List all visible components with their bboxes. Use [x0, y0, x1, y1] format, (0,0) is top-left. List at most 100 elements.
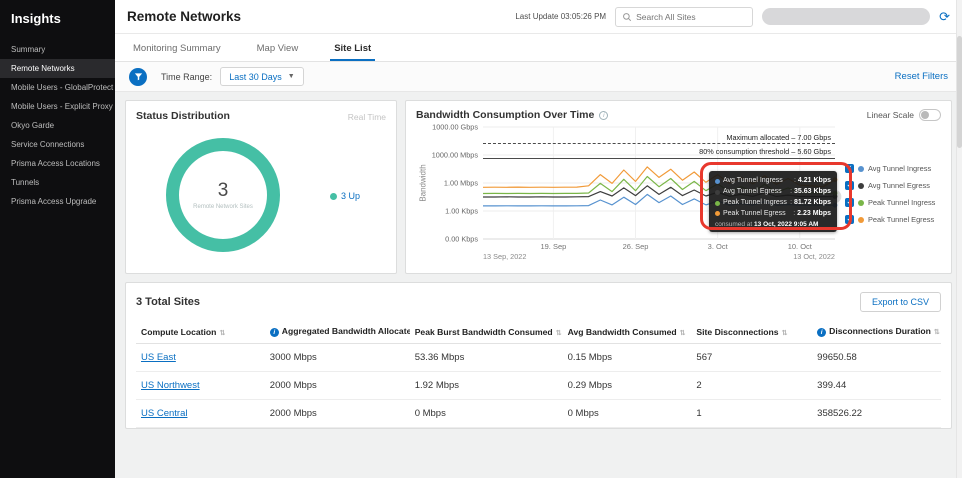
legend-item-avg-tunnel-egress[interactable]: ✓ Avg Tunnel Egress	[845, 181, 941, 190]
sort-icon[interactable]: ⇅	[680, 330, 686, 337]
column-header-disconnections-duration[interactable]: i Disconnections Duration ⇅	[812, 320, 941, 344]
sort-icon[interactable]: ⇅	[782, 330, 788, 337]
table-row: US East 3000 Mbps 53.36 Mbps 0.15 Mbps 567 99…	[136, 343, 941, 372]
sidebar-item-okyo-garde[interactable]: Okyo Garde	[0, 116, 115, 135]
up-count-label: 3 Up	[341, 191, 361, 201]
topbar: Remote Networks Last Update 03:05:26 PM …	[115, 0, 962, 34]
x-axis: 19. Sep 26. Sep 3. Oct 10. Oct	[483, 242, 835, 252]
scrollbar-thumb[interactable]	[957, 36, 962, 148]
y-tick: 0.00 Kbps	[445, 234, 478, 244]
y-tick: 1000.00 Mbps	[431, 150, 478, 160]
legend-label: Peak Tunnel Egress	[868, 215, 935, 224]
table-cell: 567	[691, 343, 813, 372]
status-legend-up[interactable]: 3 Up	[330, 191, 360, 201]
legend-label: Avg Tunnel Egress	[868, 181, 930, 190]
linear-scale-label: Linear Scale	[866, 110, 914, 120]
table-header-bar: 3 Total Sites Export to CSV	[136, 292, 941, 312]
bandwidth-card-header: Bandwidth Consumption Over Time i Linear…	[416, 109, 941, 121]
scrollbar[interactable]	[956, 0, 962, 478]
tooltip-timestamp: consumed at 13 Oct, 2022 9:05 AM	[715, 221, 819, 229]
info-icon[interactable]: i	[269, 328, 279, 337]
redacted-account-pill	[762, 8, 931, 25]
site-link-us-east[interactable]: US East	[141, 352, 176, 363]
series-color-dot	[715, 178, 720, 184]
table-row: US Northwest 2000 Mbps 1.92 Mbps 0.29 Mbps 2…	[136, 371, 941, 400]
tab-map-view[interactable]: Map View	[253, 34, 303, 61]
checkbox-checked-icon[interactable]: ✓	[845, 164, 854, 173]
sidebar-item-remote-networks[interactable]: Remote Networks	[0, 59, 115, 78]
insights-app: Insights Summary Remote Networks Mobile Us…	[0, 0, 962, 478]
tooltip-series-label: Avg Tunnel Egress	[723, 187, 782, 195]
filter-icon-button[interactable]	[129, 67, 147, 86]
linear-scale-toggle[interactable]	[919, 109, 941, 121]
sidebar-item-prisma-access-locations[interactable]: Prisma Access Locations	[0, 154, 115, 173]
column-header-avg-bandwidth-consumed[interactable]: Avg Bandwidth Consumed ⇅	[562, 320, 692, 344]
y-tick: 1.00 Mbps	[443, 178, 478, 188]
max-allocated-line	[483, 143, 835, 144]
legend-label: Avg Tunnel Ingress	[868, 164, 932, 173]
x-tick: 19. Sep	[540, 242, 567, 251]
table-row: US Central 2000 Mbps 0 Mbps 0 Mbps 1 358526.2…	[136, 399, 941, 428]
x-tick: 3. Oct	[707, 242, 728, 251]
site-count: 3	[217, 180, 229, 201]
sidebar-item-service-connections[interactable]: Service Connections	[0, 135, 115, 154]
x-tick: 10. Oct	[787, 242, 812, 251]
tab-site-list[interactable]: Site List	[330, 34, 376, 61]
real-time-label: Real Time	[347, 112, 386, 122]
y-axis-title: Bandwidth	[418, 164, 427, 202]
series-color-dot	[858, 165, 864, 172]
search-icon	[623, 12, 632, 21]
sort-icon[interactable]: ⇅	[934, 329, 940, 336]
reset-filters-link[interactable]: Reset Filters	[895, 71, 948, 82]
topbar-right: Last Update 03:05:26 PM ⟳	[515, 6, 950, 27]
checkbox-checked-icon[interactable]: ✓	[845, 215, 854, 224]
content: Status Distribution Real Time 3 Remote N…	[115, 92, 962, 478]
tooltip-value: 2.23 Mbps	[797, 209, 831, 217]
column-header-compute-location[interactable]: Compute Location ⇅	[136, 320, 265, 344]
sidebar-item-prisma-access-upgrade[interactable]: Prisma Access Upgrade	[0, 192, 115, 211]
series-color-dot	[858, 199, 864, 206]
legend-item-peak-tunnel-egress[interactable]: ✓ Peak Tunnel Egress	[845, 215, 941, 224]
sort-icon[interactable]: ⇅	[556, 330, 562, 337]
tooltip-row: Peak Tunnel Egress:2.23 Mbps	[715, 209, 831, 220]
info-icon[interactable]: i	[817, 328, 827, 337]
tooltip-row: Peak Tunnel Ingress:81.72 Kbps	[715, 198, 831, 209]
sidebar-item-summary[interactable]: Summary	[0, 40, 115, 59]
time-range-select[interactable]: Last 30 Days ▼	[220, 67, 304, 86]
tooltip-value: 81.72 Kbps	[794, 198, 831, 206]
table-cell: 3000 Mbps	[264, 343, 410, 372]
checkbox-checked-icon[interactable]: ✓	[845, 198, 854, 207]
info-icon[interactable]: i	[599, 110, 609, 120]
column-header-site-disconnections[interactable]: Site Disconnections ⇅	[691, 320, 813, 344]
series-color-dot	[858, 216, 864, 223]
sidebar-item-tunnels[interactable]: Tunnels	[0, 173, 115, 192]
sites-table-card: 3 Total Sites Export to CSV Compute Loca…	[125, 282, 952, 429]
table-cell: 0.15 Mbps	[562, 343, 692, 372]
bandwidth-chart-plot[interactable]: Maximum allocated – 7.00 Gbps 80% consump…	[482, 126, 852, 240]
up-status-dot	[330, 192, 337, 200]
refresh-icon[interactable]: ⟳	[939, 10, 950, 23]
sort-icon[interactable]: ⇅	[219, 330, 225, 337]
column-header-peak-burst-bandwidth-consumed[interactable]: Peak Burst Bandwidth Consumed ⇅	[409, 320, 563, 344]
legend-item-peak-tunnel-ingress[interactable]: ✓ Peak Tunnel Ingress	[845, 198, 941, 207]
bandwidth-card: Bandwidth Consumption Over Time i Linear…	[405, 100, 952, 274]
table-cell: 0.29 Mbps	[562, 371, 692, 400]
table-cell: 1	[691, 399, 813, 428]
site-link-us-central[interactable]: US Central	[141, 408, 187, 419]
table-cell: 358526.22	[812, 399, 941, 428]
chart-tooltip: Avg Tunnel Ingress:4.21 Kbps Avg Tunnel E…	[709, 171, 837, 233]
table-header-row: Compute Location ⇅ i Aggregated Bandwidth A…	[136, 320, 941, 344]
series-color-dot	[858, 182, 864, 189]
legend-item-avg-tunnel-ingress[interactable]: ✓ Avg Tunnel Ingress	[845, 164, 941, 173]
column-header-aggregated-bandwidth-allocated[interactable]: iAggregated Bandwidth Allocated⇅	[264, 320, 410, 344]
table-cell: 99650.58	[812, 343, 941, 372]
tab-monitoring-summary[interactable]: Monitoring Summary	[129, 34, 225, 61]
site-link-us-northwest[interactable]: US Northwest	[141, 380, 200, 391]
checkbox-checked-icon[interactable]: ✓	[845, 181, 854, 190]
export-csv-button[interactable]: Export to CSV	[859, 292, 941, 312]
search-input[interactable]	[636, 11, 747, 22]
sidebar-item-mobile-users-globalprotect[interactable]: Mobile Users - GlobalProtect	[0, 78, 115, 97]
legend-label: Peak Tunnel Ingress	[868, 198, 936, 207]
sidebar-item-mobile-users-explicit-proxy[interactable]: Mobile Users - Explicit Proxy	[0, 97, 115, 116]
search-box[interactable]	[615, 6, 754, 27]
